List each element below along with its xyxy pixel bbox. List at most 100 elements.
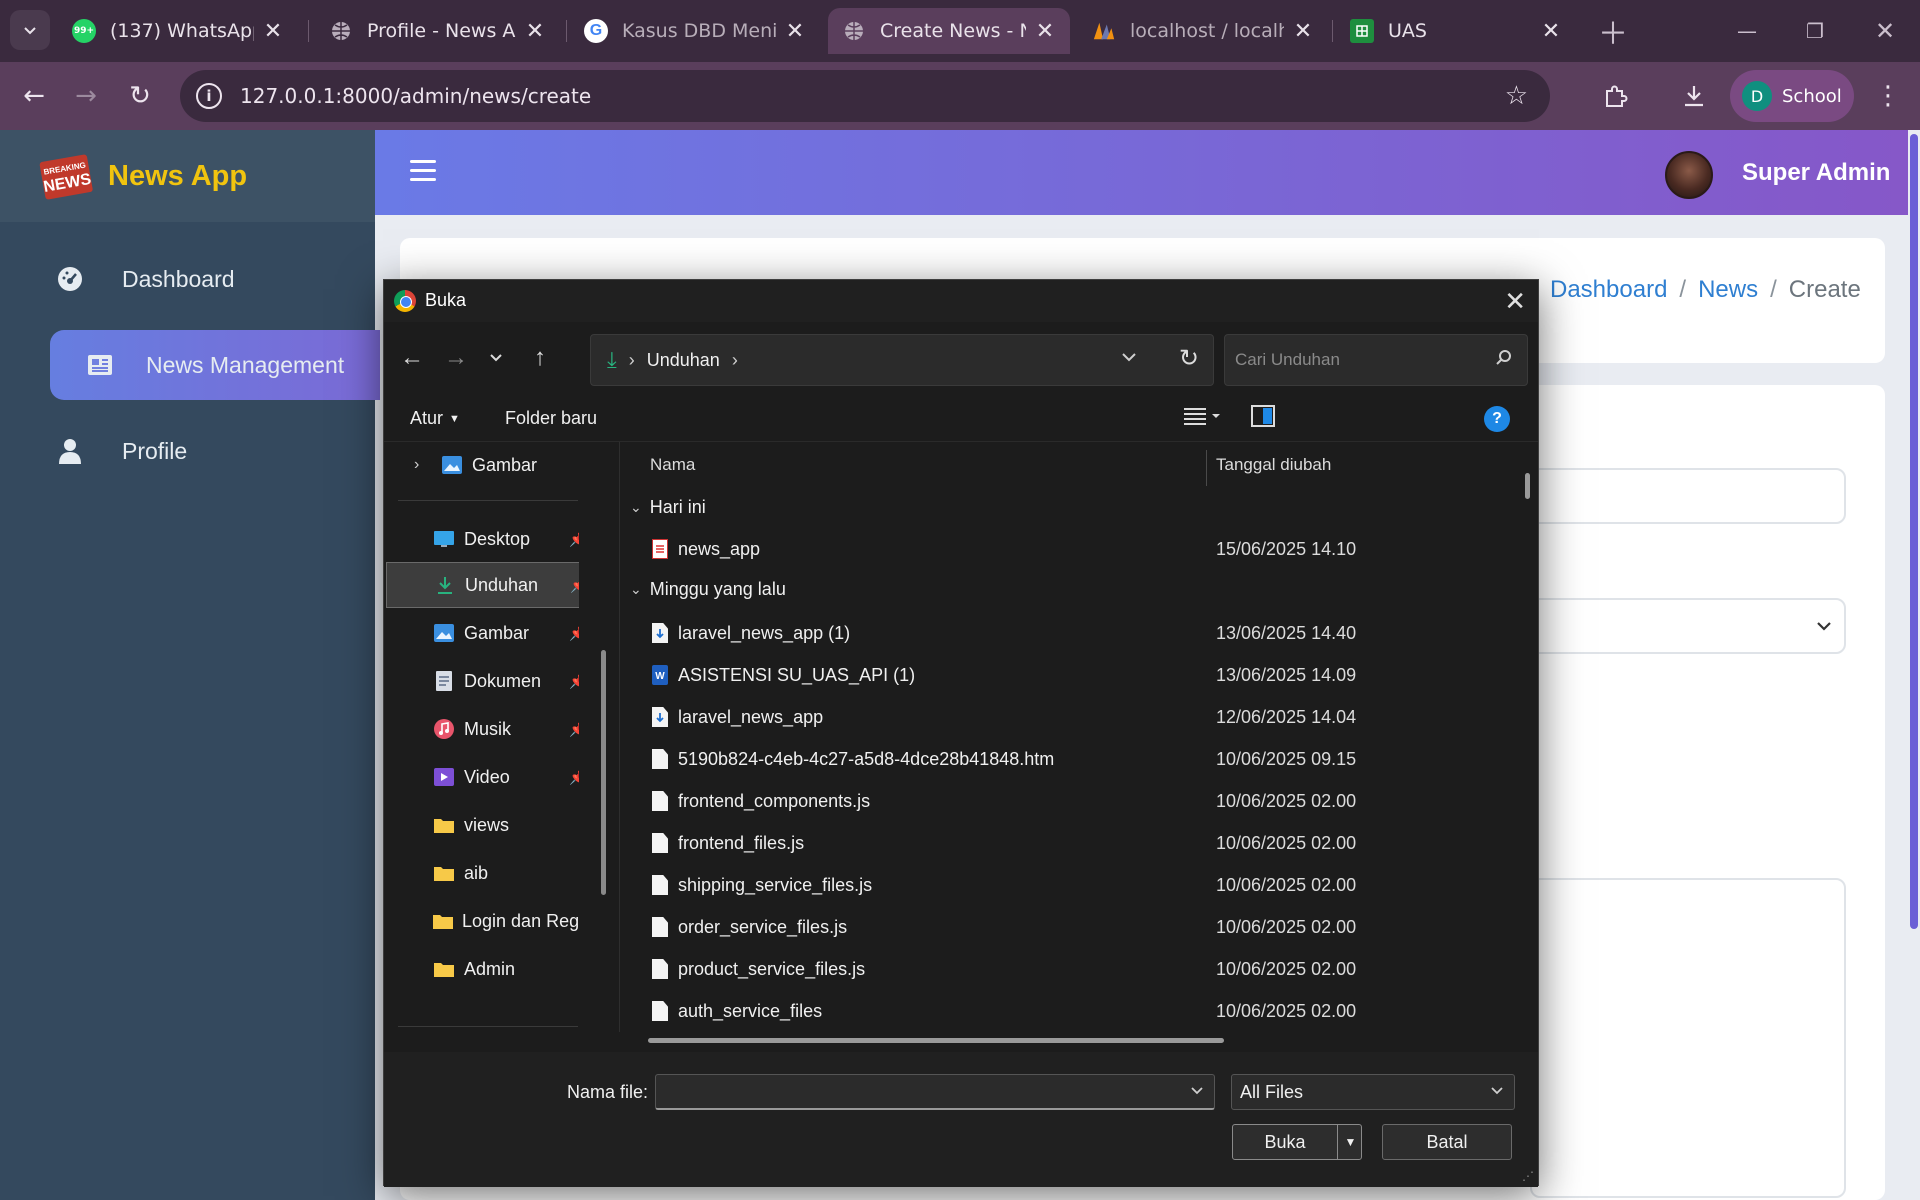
group-header-today[interactable]: ⌄ Hari ini bbox=[630, 488, 706, 526]
content-textarea[interactable] bbox=[1530, 878, 1846, 1198]
file-row[interactable]: auth_service_files 10/06/2025 02.00 bbox=[620, 990, 1528, 1032]
tab-whatsapp[interactable]: 99+ (137) WhatsApp ✕ bbox=[58, 8, 298, 54]
chevron-down-icon[interactable] bbox=[1190, 1083, 1204, 1099]
title-input[interactable] bbox=[1530, 468, 1846, 524]
chevron-right-icon[interactable]: › bbox=[414, 456, 440, 474]
pin-icon[interactable]: 📌 bbox=[569, 625, 579, 642]
tab-close-icon[interactable]: ✕ bbox=[1034, 19, 1056, 44]
reload-button[interactable]: ↻ bbox=[118, 74, 162, 118]
tab-uas[interactable]: UAS ✕ bbox=[1336, 8, 1576, 54]
group-header-last-week[interactable]: ⌄ Minggu yang lalu bbox=[630, 570, 786, 608]
dialog-back-button[interactable]: ← bbox=[394, 340, 430, 376]
nav-item-admin[interactable]: Admin bbox=[384, 946, 579, 992]
help-icon[interactable]: ? bbox=[1484, 406, 1510, 432]
tab-phpmyadmin[interactable]: localhost / localho ✕ bbox=[1078, 8, 1328, 54]
tab-close-icon[interactable]: ✕ bbox=[262, 19, 284, 44]
nav-item-musik[interactable]: Musik 📌 bbox=[384, 706, 579, 752]
recent-locations-button[interactable] bbox=[478, 340, 514, 376]
path-history-dropdown-icon[interactable] bbox=[1121, 349, 1137, 367]
column-divider[interactable] bbox=[1206, 450, 1207, 486]
tab-search-button[interactable] bbox=[10, 10, 50, 50]
forward-button[interactable]: → bbox=[64, 74, 108, 118]
breadcrumb-dashboard[interactable]: Dashboard bbox=[1550, 276, 1667, 303]
minimize-button[interactable]: — bbox=[1722, 8, 1772, 54]
file-row[interactable]: laravel_news_app 12/06/2025 14.04 bbox=[620, 696, 1528, 738]
pin-icon[interactable]: 📌 bbox=[569, 769, 579, 786]
column-header-date[interactable]: Tanggal diubah bbox=[1216, 442, 1331, 488]
pin-icon[interactable]: 📌 bbox=[569, 531, 579, 548]
nav-item-aib[interactable]: aib bbox=[384, 850, 579, 896]
file-row[interactable]: frontend_files.js 10/06/2025 02.00 bbox=[620, 822, 1528, 864]
address-bar[interactable]: i 127.0.0.1:8000/admin/news/create ☆ bbox=[180, 70, 1550, 122]
file-list-scrollbar[interactable] bbox=[1525, 473, 1530, 499]
downloads-button[interactable] bbox=[1672, 74, 1716, 118]
file-row[interactable]: news_app 15/06/2025 14.10 bbox=[620, 528, 1528, 570]
new-tab-button[interactable]: ＋ bbox=[1588, 8, 1638, 54]
admin-avatar[interactable] bbox=[1665, 151, 1713, 199]
refresh-icon[interactable]: ↻ bbox=[1179, 344, 1199, 373]
close-window-button[interactable]: ✕ bbox=[1860, 8, 1910, 54]
new-folder-button[interactable]: Folder baru bbox=[505, 408, 597, 429]
sidebar-item-profile[interactable]: Profile bbox=[50, 416, 187, 486]
nav-item-video[interactable]: Video 📌 bbox=[384, 754, 579, 800]
back-button[interactable]: ← bbox=[12, 74, 56, 118]
restore-button[interactable]: ❐ bbox=[1790, 8, 1840, 54]
file-row[interactable]: W ASISTENSI SU_UAS_API (1) 13/06/2025 14… bbox=[620, 654, 1528, 696]
dialog-close-icon[interactable]: ✕ bbox=[1504, 286, 1526, 317]
nav-item-login-dan-regist[interactable]: Login dan Regist bbox=[384, 898, 579, 944]
file-row[interactable]: shipping_service_files.js 10/06/2025 02.… bbox=[620, 864, 1528, 906]
nav-item-unduhan[interactable]: Unduhan 📌 bbox=[386, 562, 579, 608]
dialog-path-bar[interactable]: ⤓ › Unduhan › ↻ bbox=[590, 334, 1214, 386]
preview-pane-button[interactable] bbox=[1250, 404, 1276, 434]
tab-close-icon[interactable]: ✕ bbox=[524, 19, 546, 44]
nav-item-desktop[interactable]: Desktop 📌 bbox=[384, 516, 579, 562]
file-row[interactable]: product_service_files.js 10/06/2025 02.0… bbox=[620, 948, 1528, 990]
tab-google-search[interactable]: G Kasus DBD Mening ✕ bbox=[570, 8, 820, 54]
site-info-icon[interactable]: i bbox=[196, 83, 222, 109]
pin-icon[interactable]: 📌 bbox=[570, 577, 579, 594]
path-chevron-icon[interactable]: › bbox=[732, 350, 738, 371]
nav-item-gambar-tree[interactable]: › Gambar bbox=[384, 442, 579, 488]
admin-name[interactable]: Super Admin bbox=[1742, 159, 1890, 187]
file-row[interactable]: order_service_files.js 10/06/2025 02.00 bbox=[620, 906, 1528, 948]
dialog-forward-button[interactable]: → bbox=[438, 340, 474, 376]
file-row[interactable]: 5190b824-c4eb-4c27-a5d8-4dce28b41848.htm… bbox=[620, 738, 1528, 780]
cancel-button[interactable]: Batal bbox=[1382, 1124, 1512, 1160]
nav-item-dokumen[interactable]: Dokumen 📌 bbox=[384, 658, 579, 704]
dialog-search[interactable] bbox=[1224, 334, 1528, 386]
resize-grip-icon[interactable]: ⋰ bbox=[1522, 1169, 1534, 1183]
sidebar-item-news-management[interactable]: News Management bbox=[50, 330, 380, 400]
file-row[interactable]: frontend_components.js 10/06/2025 02.00 bbox=[620, 780, 1528, 822]
browser-menu-button[interactable]: ⋮ bbox=[1866, 74, 1910, 118]
nav-pane-scrollbar[interactable] bbox=[601, 650, 606, 895]
open-button[interactable]: Buka ▼ bbox=[1232, 1124, 1362, 1160]
breadcrumb-news[interactable]: News bbox=[1698, 276, 1758, 303]
open-options-dropdown[interactable]: ▼ bbox=[1337, 1125, 1363, 1159]
tab-close-icon[interactable]: ✕ bbox=[1540, 19, 1562, 44]
pin-icon[interactable]: 📌 bbox=[569, 673, 579, 690]
extensions-button[interactable] bbox=[1594, 74, 1638, 118]
filetype-select[interactable]: All Files bbox=[1231, 1074, 1515, 1110]
tab-profile[interactable]: Profile - News App ✕ bbox=[315, 8, 560, 54]
view-options-button[interactable] bbox=[1182, 404, 1222, 434]
file-row[interactable]: laravel_news_app (1) 13/06/2025 14.40 bbox=[620, 612, 1528, 654]
filename-combobox[interactable] bbox=[655, 1074, 1215, 1110]
dialog-up-button[interactable]: ↑ bbox=[522, 340, 558, 376]
column-header-name[interactable]: Nama bbox=[650, 442, 695, 488]
tab-create-news[interactable]: Create News - New ✕ bbox=[828, 8, 1070, 54]
nav-item-views[interactable]: views bbox=[384, 802, 579, 848]
tab-close-icon[interactable]: ✕ bbox=[1292, 19, 1314, 44]
bookmark-star-icon[interactable]: ☆ bbox=[1505, 81, 1528, 111]
file-list-hscrollbar[interactable] bbox=[648, 1038, 1224, 1043]
pin-icon[interactable]: 📌 bbox=[569, 721, 579, 738]
brand[interactable]: BREAKING NEWS News App bbox=[0, 130, 375, 222]
category-select[interactable] bbox=[1530, 598, 1846, 654]
profile-button[interactable]: D School bbox=[1730, 70, 1854, 122]
nav-item-gambar[interactable]: Gambar 📌 bbox=[384, 610, 579, 656]
tab-close-icon[interactable]: ✕ bbox=[784, 19, 806, 44]
dialog-search-input[interactable] bbox=[1235, 350, 1475, 370]
path-segment[interactable]: Unduhan bbox=[647, 350, 720, 371]
page-scrollbar[interactable] bbox=[1908, 130, 1920, 1200]
organize-menu[interactable]: Atur ▼ bbox=[410, 408, 460, 429]
filename-input[interactable] bbox=[656, 1075, 1176, 1107]
